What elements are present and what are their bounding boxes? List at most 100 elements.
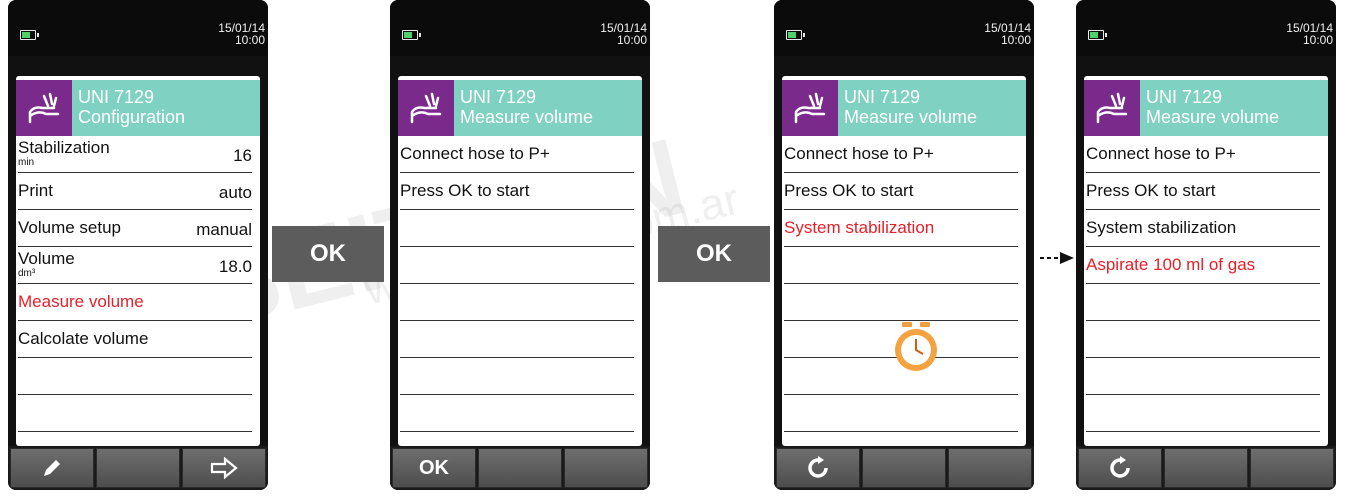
empty-row: [400, 247, 634, 284]
time: 10:00: [1000, 33, 1031, 47]
flame-probe-icon: [782, 80, 838, 136]
row-label: Volume: [18, 249, 75, 268]
blank-softkey[interactable]: [862, 448, 946, 488]
row-label: Press OK to start: [784, 181, 914, 200]
menu-list: Stabilization min 16 Print auto Volume s…: [16, 136, 260, 432]
menu-item-stabilization[interactable]: Stabilization min 16: [18, 136, 252, 173]
ok-softkey[interactable]: OK: [392, 448, 476, 488]
row-unit: dm³: [18, 268, 36, 279]
blank-softkey[interactable]: [1250, 448, 1334, 488]
empty-row: [400, 395, 634, 432]
row-label: Measure volume: [18, 292, 144, 311]
instruction-row: Press OK to start: [784, 173, 1018, 210]
status-bar: 15/01/14 10:00: [8, 0, 268, 56]
stopwatch-icon: [895, 322, 937, 371]
screen-subtitle: Configuration: [78, 107, 186, 127]
arrow-right-icon: [1040, 252, 1074, 264]
refresh-icon: [808, 456, 828, 478]
screen-title: UNI 7129: [460, 87, 537, 107]
ok-step-button: OK: [272, 226, 384, 282]
refresh-softkey[interactable]: [1078, 448, 1162, 488]
refresh-icon: [1110, 456, 1130, 478]
menu-item-volume-setup[interactable]: Volume setup manual: [18, 210, 252, 247]
battery-icon: [20, 30, 39, 40]
battery-icon: [1088, 30, 1107, 40]
row-label: System stabilization: [1086, 218, 1237, 237]
blank-softkey[interactable]: [96, 448, 180, 488]
screen-subtitle: Measure volume: [460, 107, 594, 127]
device-screen-4: 15/01/14 10:00 UNI 7129 Measure volume C…: [1076, 0, 1336, 490]
display-screen: UNI 7129 Measure volume Connect hose to …: [1084, 76, 1328, 446]
instruction-list: Connect hose to P+ Press OK to start: [398, 136, 642, 432]
empty-row: [1086, 358, 1320, 395]
instruction-row: Connect hose to P+: [1086, 136, 1320, 173]
row-label: Aspirate 100 ml of gas: [1086, 255, 1256, 274]
ok-label: OK: [419, 456, 449, 479]
battery-icon: [786, 30, 805, 40]
refresh-softkey[interactable]: [776, 448, 860, 488]
menu-item-calcolate-volume[interactable]: Calcolate volume: [18, 321, 252, 358]
display-screen: UNI 7129 Measure volume Connect hose to …: [398, 76, 642, 446]
empty-row: [1086, 395, 1320, 432]
row-label: Connect hose to P+: [784, 144, 934, 163]
blank-softkey[interactable]: [1164, 448, 1248, 488]
datetime: 15/01/14 10:00: [600, 22, 647, 46]
battery-icon: [402, 30, 421, 40]
empty-row: [18, 358, 252, 395]
edit-softkey[interactable]: [10, 448, 94, 488]
empty-row: [400, 284, 634, 321]
flame-probe-icon: [1084, 80, 1140, 136]
empty-row: [400, 321, 634, 358]
row-label: Connect hose to P+: [400, 144, 550, 163]
softkey-bar: [8, 446, 268, 490]
empty-row: [784, 247, 1018, 284]
row-label: Volume setup: [18, 218, 122, 237]
instruction-list: Connect hose to P+ Press OK to start Sys…: [782, 136, 1026, 432]
row-label: Press OK to start: [400, 181, 530, 200]
time: 10:00: [616, 33, 647, 47]
screen-header: UNI 7129 Measure volume: [1084, 80, 1328, 136]
row-value: 16: [233, 146, 252, 165]
empty-row: [784, 395, 1018, 432]
time: 10:00: [1302, 33, 1333, 47]
softkey-bar: [1076, 446, 1336, 490]
display-screen: UNI 7129 Configuration Stabilization min…: [16, 76, 260, 446]
ok-step-button: OK: [658, 226, 770, 282]
device-screen-2: 15/01/14 10:00 UNI 7129 Measure volume C…: [390, 0, 650, 490]
empty-row: [1086, 321, 1320, 358]
row-label: System stabilization: [784, 218, 935, 237]
menu-item-measure-volume[interactable]: Measure volume: [18, 284, 252, 321]
instruction-row: Press OK to start: [400, 173, 634, 210]
blank-softkey[interactable]: [948, 448, 1032, 488]
datetime: 15/01/14 10:00: [218, 22, 265, 46]
empty-row: [400, 210, 634, 247]
screen-title: UNI 7129: [844, 87, 921, 107]
row-value: auto: [218, 183, 252, 202]
flame-probe-icon: [16, 80, 72, 136]
screen-title: UNI 7129: [78, 87, 155, 107]
device-screen-3: 15/01/14 10:00 UNI 7129 Measure volume C…: [774, 0, 1034, 490]
empty-row: [784, 284, 1018, 321]
empty-row: [18, 395, 252, 432]
instruction-list: Connect hose to P+ Press OK to start Sys…: [1084, 136, 1328, 432]
status-bar: 15/01/14 10:00: [390, 0, 650, 56]
row-value: manual: [196, 220, 252, 239]
instruction-row: Connect hose to P+: [784, 136, 1018, 173]
empty-row: [400, 358, 634, 395]
row-label: Press OK to start: [1086, 181, 1216, 200]
device-screen-1: 15/01/14 10:00 UNI 7129 Configuration St…: [8, 0, 268, 490]
menu-item-print[interactable]: Print auto: [18, 173, 252, 210]
screen-header: UNI 7129 Measure volume: [398, 80, 642, 136]
menu-item-volume[interactable]: Volume dm³ 18.0: [18, 247, 252, 284]
datetime: 15/01/14 10:00: [1286, 22, 1333, 46]
blank-softkey[interactable]: [478, 448, 562, 488]
instruction-row: Press OK to start: [1086, 173, 1320, 210]
instruction-row: System stabilization: [1086, 210, 1320, 247]
next-softkey[interactable]: [182, 448, 266, 488]
softkey-bar: OK: [390, 446, 650, 490]
row-unit: min: [18, 157, 35, 168]
blank-softkey[interactable]: [564, 448, 648, 488]
instruction-row: System stabilization: [784, 210, 1018, 247]
datetime: 15/01/14 10:00: [984, 22, 1031, 46]
row-label: Stabilization: [18, 138, 110, 157]
